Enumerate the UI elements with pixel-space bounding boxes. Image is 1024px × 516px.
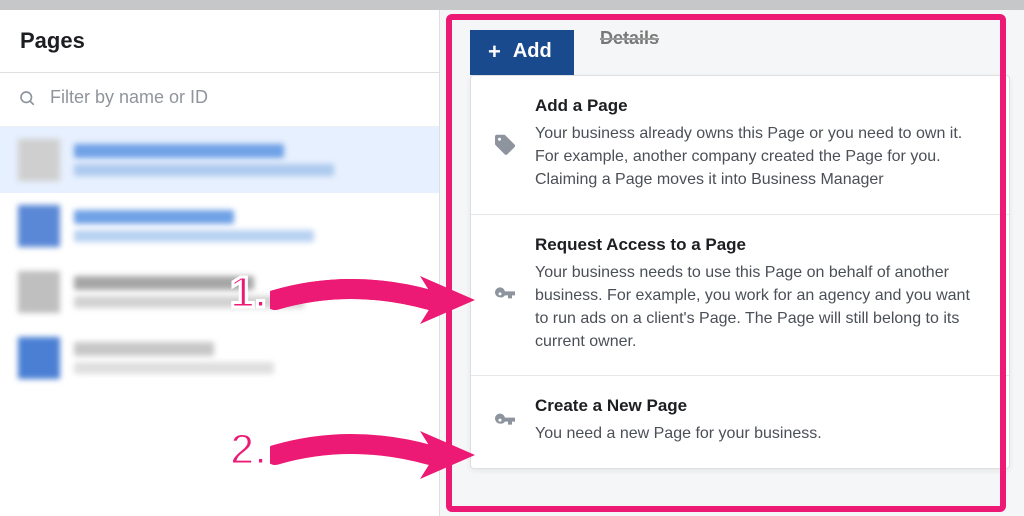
dropdown-item-body: Add a Page Your business already owns th…: [535, 96, 987, 192]
dropdown-item-request-access[interactable]: Request Access to a Page Your business n…: [471, 215, 1009, 377]
annotation-marker-1: 1.: [230, 268, 267, 318]
sidebar-header: Pages: [0, 10, 439, 73]
dropdown-item-title: Request Access to a Page: [535, 235, 987, 255]
dropdown-item-body: Create a New Page You need a new Page fo…: [535, 396, 987, 445]
dropdown-item-desc: Your business already owns this Page or …: [535, 122, 987, 192]
plus-icon: +: [488, 41, 501, 63]
list-item-text: [74, 342, 421, 374]
list-item-text: [74, 144, 421, 176]
add-button-label: Add: [513, 40, 552, 63]
tag-icon: [493, 98, 517, 192]
add-dropdown-container: + Add Add a Page Your business already o…: [470, 30, 1010, 469]
list-item[interactable]: [0, 325, 439, 391]
dropdown-item-body: Request Access to a Page Your business n…: [535, 235, 987, 354]
add-dropdown-menu: Add a Page Your business already owns th…: [470, 75, 1010, 469]
key-icon: [493, 237, 517, 354]
avatar: [18, 337, 60, 379]
right-pane: Details + Add Add a Page Your business a…: [440, 10, 1024, 516]
list-item-text: [74, 210, 421, 242]
sidebar-title: Pages: [20, 28, 419, 54]
dropdown-item-create-new[interactable]: Create a New Page You need a new Page fo…: [471, 376, 1009, 467]
avatar: [18, 139, 60, 181]
annotation-arrow-1: [270, 270, 480, 330]
dropdown-item-desc: You need a new Page for your business.: [535, 422, 987, 445]
annotation-marker-2: 2.: [230, 425, 267, 475]
dropdown-item-title: Create a New Page: [535, 396, 987, 416]
dropdown-item-desc: Your business needs to use this Page on …: [535, 261, 987, 354]
list-item[interactable]: [0, 193, 439, 259]
list-item[interactable]: [0, 127, 439, 193]
key-icon: [493, 398, 517, 445]
dropdown-item-title: Add a Page: [535, 96, 987, 116]
avatar: [18, 205, 60, 247]
search-input[interactable]: [50, 87, 421, 108]
search-row: [0, 73, 439, 127]
main-container: Pages: [0, 10, 1024, 516]
avatar: [18, 271, 60, 313]
add-button[interactable]: + Add: [470, 30, 574, 75]
dropdown-item-add-page[interactable]: Add a Page Your business already owns th…: [471, 76, 1009, 215]
search-icon: [18, 89, 36, 107]
window-chrome: [0, 0, 1024, 10]
annotation-arrow-2: [270, 425, 480, 485]
